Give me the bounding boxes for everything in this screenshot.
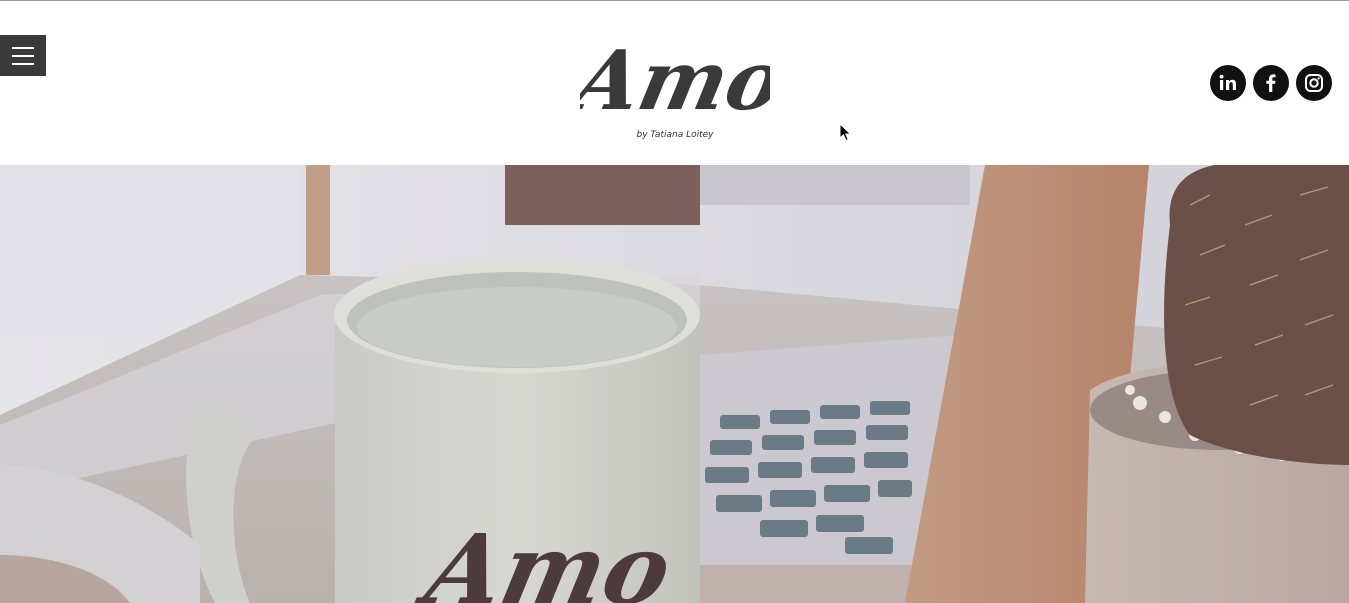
instagram-icon bbox=[1305, 74, 1323, 92]
logo-tagline: by Tatiana Loitey bbox=[636, 130, 714, 140]
site-logo[interactable]: Amo by Tatiana Loitey bbox=[580, 17, 770, 147]
mouse-cursor-icon bbox=[839, 123, 852, 142]
hamburger-line bbox=[12, 46, 34, 49]
social-links bbox=[1210, 65, 1332, 101]
linkedin-button[interactable] bbox=[1210, 65, 1246, 101]
hamburger-line bbox=[12, 54, 34, 57]
hero-image: Amo bbox=[0, 165, 1349, 603]
instagram-button[interactable] bbox=[1296, 65, 1332, 101]
logo-script: Amo bbox=[580, 32, 770, 125]
svg-text:Amo: Amo bbox=[580, 32, 770, 125]
linkedin-icon bbox=[1219, 74, 1236, 90]
site-header: Amo by Tatiana Loitey bbox=[0, 1, 1349, 165]
mug-logo-text: Amo bbox=[409, 513, 681, 603]
hamburger-menu-button[interactable] bbox=[0, 35, 46, 76]
hamburger-line bbox=[12, 62, 34, 65]
hero-photo: Amo bbox=[0, 165, 1349, 603]
facebook-icon bbox=[1266, 74, 1276, 92]
facebook-button[interactable] bbox=[1253, 65, 1289, 101]
